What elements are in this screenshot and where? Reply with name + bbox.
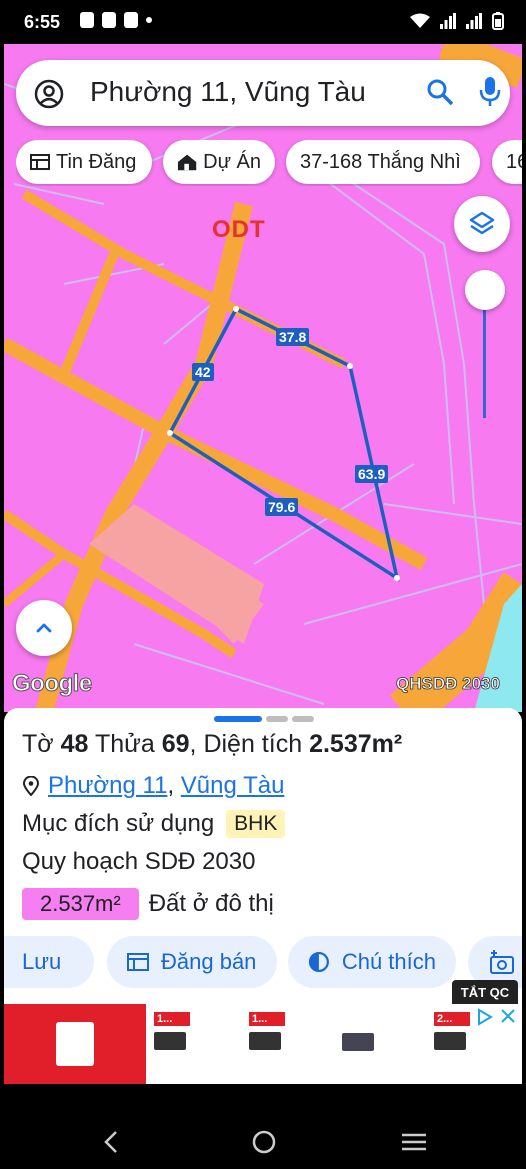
recent-apps-icon[interactable] [400,1132,428,1152]
parcel-area: 2.537m² [309,730,403,758]
adchoices-icon[interactable] [476,1008,494,1026]
chip-label: 16 [506,150,522,173]
edge-length-label: 79.6 [265,498,299,516]
chip-label: 37-168 Thắng Nhì [300,150,461,173]
chevron-up-icon [36,623,52,633]
edge-length-label: 63.9 [355,465,389,483]
parcel-summary: Tờ 48 Thửa 69, Diện tích 2.537m² [22,730,403,758]
mic-icon[interactable] [478,76,502,108]
notification-icon [124,12,138,28]
home-icon[interactable] [251,1129,277,1155]
search-input[interactable]: Phường 11, Vũng Tàu [90,76,366,108]
system-nav-bar [0,1096,526,1169]
filter-chips: Tin Đăng Dự Án 37-168 Thắng Nhì 16 [16,140,522,186]
close-ad-button[interactable]: TẮT QC [452,980,518,1004]
chip-label: Dự Án [203,150,261,173]
action-buttons: Lưu Đăng bán Chú thích [4,936,522,992]
notification-icons [80,12,152,28]
plan-area-pill: 2.537m² [22,888,139,920]
ad-logo [4,1004,146,1084]
chip-address[interactable]: 37-168 Thắng Nhì [286,140,480,184]
battery-icon [492,12,504,30]
notification-icon [80,12,94,28]
plan-title: Quy hoạch SDĐ 2030 [22,848,256,875]
plan-area-desc: Đất ở đô thị [148,890,274,917]
city-link[interactable]: Vũng Tàu [181,772,285,800]
sheet-page-indicator [266,716,288,722]
listing-icon [127,953,149,971]
more-notifications-icon [146,17,152,23]
location-pin-icon [22,776,40,796]
chip-more[interactable]: 16 [492,140,522,184]
edge-length-label: 42 [192,363,214,381]
system-icons [410,12,504,30]
ad-product[interactable]: 2... [434,1012,470,1050]
plan-area-row: 2.537m² Đất ở đô thị [22,888,274,920]
wifi-icon [410,13,430,28]
ad-product[interactable] [342,1012,378,1051]
ad-product[interactable]: 1... [154,1012,190,1050]
sheet-handle[interactable] [214,716,262,722]
search-bar[interactable]: Phường 11, Vũng Tàu [16,60,510,126]
chip-tin-dang[interactable]: Tin Đăng [16,140,152,184]
building-icon [177,154,197,171]
status-time: 6:55 [24,12,61,32]
status-bar: 6:55 [0,0,526,44]
plot-number: 69 [161,730,190,758]
google-logo: Google [12,670,93,698]
opacity-slider-handle[interactable] [465,270,505,310]
post-sale-button[interactable]: Đăng bán [107,936,277,988]
legend-icon [308,951,329,973]
signal-icon [466,13,482,29]
ad-banner[interactable]: 1... 1... 2... [4,1004,522,1084]
ad-controls [476,1008,516,1026]
chip-label: Tin Đăng [56,150,137,173]
land-use-purpose: Mục đích sử dụng BHK [22,810,286,838]
back-icon[interactable] [102,1130,120,1154]
sheet-number: 48 [60,730,89,758]
newspaper-icon [30,154,50,170]
parcel-location: Phường 11, Vũng Tàu [22,772,284,800]
expand-button[interactable] [16,600,72,656]
layers-icon [469,211,495,235]
parcel-sheet: Tờ 48 Thửa 69, Diện tích 2.537m² Phường … [4,708,522,1008]
camera-add-icon [490,950,514,974]
layers-button[interactable] [454,196,510,252]
edge-length-label: 37.8 [276,328,310,346]
ward-link[interactable]: Phường 11 [48,772,167,800]
close-icon[interactable] [500,1008,516,1024]
layer-label: QHSDĐ 2030 [396,674,501,694]
search-icon[interactable] [426,78,454,106]
signal-icon [440,13,456,29]
account-icon[interactable] [34,79,64,109]
zone-code-label: ODT [212,216,266,243]
chip-du-an[interactable]: Dự Án [163,140,275,184]
sheet-page-indicator [292,716,314,722]
app-icon [102,12,116,28]
purpose-code-badge: BHK [226,810,286,838]
legend-button[interactable]: Chú thích [288,936,456,988]
save-button[interactable]: Lưu [4,936,94,988]
ad-product[interactable]: 1... [249,1012,285,1050]
